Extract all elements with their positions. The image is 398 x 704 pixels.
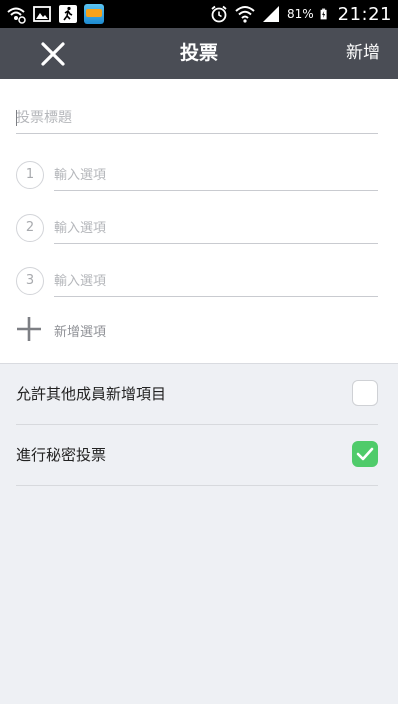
option-row-2: 2 — [16, 210, 378, 250]
wifi-call-icon — [7, 7, 26, 24]
battery-charging-icon — [320, 8, 327, 20]
close-icon[interactable] — [38, 39, 68, 69]
allow-members-add-checkbox[interactable] — [352, 380, 378, 406]
system-indicators: 81% 21:21 — [209, 0, 392, 28]
plus-icon — [17, 317, 41, 341]
poll-form: 1 2 3 新增選項 — [0, 79, 398, 364]
setting-allow-members-add: 允許其他成員新增項目 — [16, 363, 378, 425]
setting-label: 允許其他成員新增項目 — [16, 385, 167, 403]
clock: 21:21 — [337, 3, 392, 25]
add-button[interactable]: 新增 — [346, 28, 380, 79]
checkmark-icon — [356, 447, 374, 461]
title-bar: 投票 新增 — [0, 28, 398, 79]
game-app-icon — [84, 4, 104, 24]
poll-title-input[interactable] — [16, 103, 378, 133]
option-field — [54, 213, 378, 244]
status-bar: 81% 21:21 — [0, 0, 398, 28]
poll-title-field — [16, 103, 378, 134]
setting-secret-vote: 進行秘密投票 — [16, 424, 378, 486]
option-row-1: 1 — [16, 157, 378, 197]
signal-icon — [262, 6, 279, 22]
option-number: 2 — [16, 214, 44, 242]
option-input-1[interactable] — [54, 160, 378, 190]
option-number: 1 — [16, 161, 44, 189]
secret-vote-checkbox[interactable] — [352, 441, 378, 467]
option-input-2[interactable] — [54, 213, 378, 243]
setting-label: 進行秘密投票 — [16, 446, 107, 464]
battery-percent: 81% — [286, 7, 314, 21]
option-number: 3 — [16, 267, 44, 295]
gallery-icon — [33, 6, 51, 22]
add-option-label: 新增選項 — [54, 325, 107, 340]
alarm-icon — [211, 5, 227, 23]
option-field — [54, 266, 378, 297]
notification-icons — [6, 4, 104, 24]
option-row-3: 3 — [16, 263, 378, 303]
running-app-icon — [59, 5, 77, 23]
text-caret — [16, 110, 17, 126]
option-field — [54, 160, 378, 191]
option-input-3[interactable] — [54, 266, 378, 296]
wifi-icon — [235, 6, 255, 23]
